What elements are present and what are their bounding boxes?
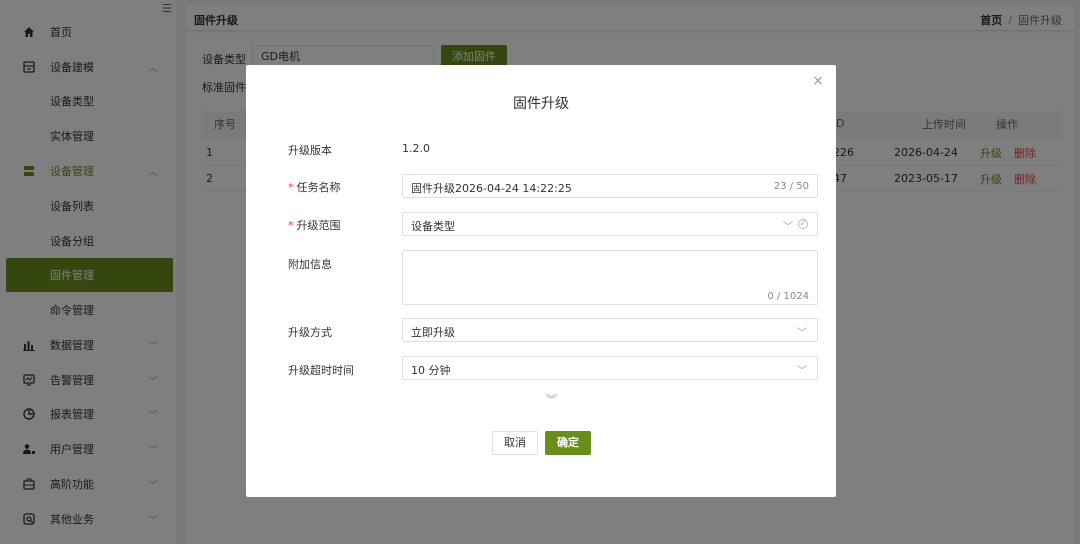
scope-select[interactable]: 设备类型 ﹀ ✓ <box>402 212 818 236</box>
version-value: 1.2.0 <box>402 142 430 155</box>
chevron-down-icon: ﹀ <box>797 366 807 377</box>
cancel-button[interactable]: 取消 <box>492 431 538 455</box>
version-label: 升级版本 <box>288 144 332 157</box>
scope-value: 设备类型 <box>411 220 455 233</box>
extra-info-label: 附加信息 <box>288 258 332 271</box>
required-mark: * <box>288 219 294 232</box>
required-mark: * <box>288 181 294 194</box>
scope-label: * 升级范围 <box>288 217 341 233</box>
task-name-count: 23 / 50 <box>773 181 809 192</box>
timeout-select[interactable]: 10 分钟 ﹀ <box>402 356 818 380</box>
scope-label-text: 升级范围 <box>296 219 341 232</box>
dialog-title: 固件升级 <box>513 96 569 112</box>
check-circle-icon: ✓ <box>798 219 808 229</box>
close-icon[interactable]: × <box>812 73 824 89</box>
task-name-label-text: 任务名称 <box>296 181 341 194</box>
upgrade-mode-label: 升级方式 <box>288 326 332 339</box>
extra-info-count: 0 / 1024 <box>767 291 809 302</box>
task-name-value: 固件升级2026-04-24 14:22:25 <box>411 182 572 195</box>
confirm-button[interactable]: 确定 <box>545 431 591 455</box>
expand-more-icon[interactable]: ︾ <box>546 391 557 407</box>
task-name-input[interactable]: 固件升级2026-04-24 14:22:25 23 / 50 <box>402 174 818 198</box>
chevron-down-icon: ﹀ <box>797 328 807 339</box>
firmware-upgrade-dialog: 固件升级 × 升级版本 1.2.0 * 任务名称 固件升级2026-04-24 1… <box>246 65 836 497</box>
chevron-down-icon: ﹀ <box>783 222 793 233</box>
timeout-label: 升级超时时间 <box>288 364 354 377</box>
upgrade-mode-value: 立即升级 <box>411 326 455 339</box>
upgrade-mode-select[interactable]: 立即升级 ﹀ <box>402 318 818 342</box>
timeout-value: 10 分钟 <box>411 364 451 377</box>
task-name-label: * 任务名称 <box>288 179 341 195</box>
extra-info-textarea[interactable]: 0 / 1024 <box>402 250 818 305</box>
